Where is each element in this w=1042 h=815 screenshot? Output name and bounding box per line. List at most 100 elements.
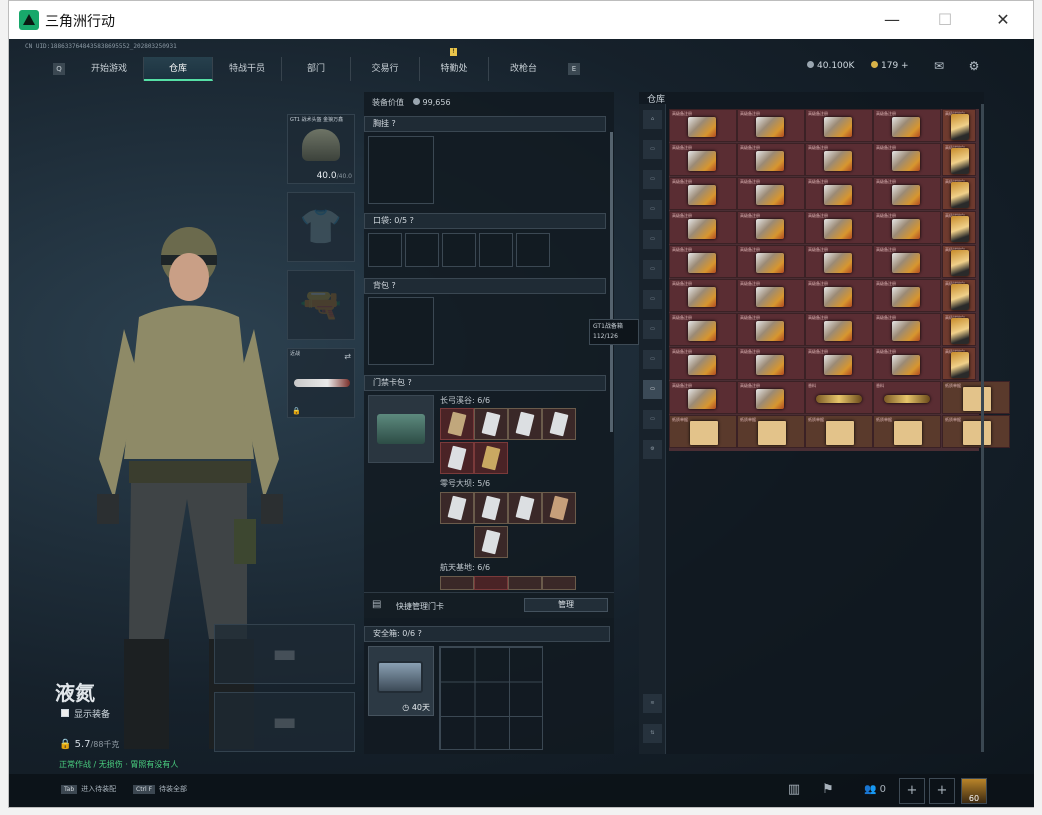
tab-gunsmith[interactable]: 改枪台 [489, 57, 558, 81]
warehouse-item[interactable]: 高级备注册 [873, 211, 941, 244]
warehouse-tab-icon[interactable]: ▭ [643, 200, 662, 219]
warehouse-item[interactable]: 高级备注册 [669, 109, 737, 142]
tab-warehouse[interactable]: 仓库 [144, 57, 213, 81]
warehouse-tab-icon[interactable]: ⌂ [643, 110, 662, 129]
warehouse-item[interactable]: 高级备注册 [737, 143, 805, 176]
warehouse-item[interactable]: 高级备注册 [873, 279, 941, 312]
warehouse-item[interactable]: 纸质单据 [805, 415, 873, 448]
pocket-slot-5[interactable] [516, 233, 550, 267]
flag-icon[interactable]: ⚑ [815, 778, 841, 804]
nav-right-key[interactable]: E [568, 63, 580, 75]
armor-slot[interactable]: 👕 [287, 192, 355, 262]
warehouse-item[interactable]: 纸质单据 [669, 415, 737, 448]
pocket-slot-2[interactable] [405, 233, 439, 267]
layers-icon[interactable]: ≋ [643, 694, 662, 713]
keycard-item[interactable] [474, 492, 508, 524]
scrollbar[interactable] [610, 132, 613, 432]
warehouse-item[interactable]: 高级备注册 [805, 177, 873, 210]
warehouse-item[interactable]: 高级备注册 [805, 245, 873, 278]
stats-icon[interactable]: ▥ [781, 778, 807, 804]
warehouse-item[interactable]: 高级备注册 [873, 347, 941, 380]
warehouse-item[interactable]: 高级备注册 [737, 109, 805, 142]
warehouse-item[interactable]: 纸质单据 [942, 415, 1010, 448]
keycard-item[interactable] [508, 492, 542, 524]
warehouse-tab-icon[interactable]: ▭ [643, 140, 662, 159]
keycard-item[interactable] [508, 576, 542, 590]
pocket-slot-1[interactable] [368, 233, 402, 267]
keycard-item[interactable] [542, 492, 576, 524]
friends-button[interactable]: 👥 0 [855, 778, 895, 804]
tab-operators[interactable]: 特战干员 [213, 57, 282, 81]
minimize-button[interactable]: — [881, 9, 903, 31]
warehouse-item[interactable]: 高级备注册 [873, 313, 941, 346]
keycard-item[interactable] [440, 408, 474, 440]
pocket-slot-3[interactable] [442, 233, 476, 267]
warehouse-item[interactable]: 纸质单据 [942, 381, 1010, 414]
warehouse-tab-icon[interactable]: ▭ [643, 410, 662, 429]
keycard-item[interactable] [474, 442, 508, 474]
warehouse-item[interactable]: 高级备注册 [669, 245, 737, 278]
gear-icon[interactable]: ⚙ [966, 59, 982, 73]
gold-currency[interactable]: 179 + [871, 61, 909, 71]
secondary-weapon-slot[interactable]: ▬ [214, 692, 355, 752]
primary-weapon-slot[interactable]: ▬ [214, 624, 355, 684]
pistol-slot[interactable]: 🔫 [287, 270, 355, 340]
nav-left-key[interactable]: Q [53, 63, 65, 75]
melee-slot[interactable]: 近战 ⇄ 🔒 [287, 348, 355, 418]
warehouse-item[interactable]: 高级备注册 [669, 279, 737, 312]
keycard-item[interactable] [440, 492, 474, 524]
manage-button[interactable]: 管理 [524, 598, 608, 612]
safe-grid[interactable] [439, 646, 543, 750]
warehouse-tab-icon[interactable]: ▭ [643, 170, 662, 189]
sort-icon[interactable]: ⇅ [643, 724, 662, 743]
warehouse-item[interactable]: 高级储物包 [942, 347, 976, 380]
tab-start-game[interactable]: 开始游戏 [75, 57, 144, 81]
mail-icon[interactable]: ✉ [931, 59, 947, 73]
warehouse-item[interactable]: 高级储物包 [942, 109, 976, 142]
warehouse-item[interactable]: 高级备注册 [873, 109, 941, 142]
warehouse-item[interactable]: 高级备注册 [669, 347, 737, 380]
pocket-slot-4[interactable] [479, 233, 513, 267]
warehouse-tab-icon[interactable]: ▭ [643, 230, 662, 249]
warehouse-item[interactable]: 高级备注册 [669, 211, 737, 244]
keycard-item[interactable] [440, 576, 474, 590]
keycard-item[interactable] [542, 408, 576, 440]
show-gear-toggle[interactable]: 显示装备 [61, 707, 110, 720]
tab-trade[interactable]: 交易行 [351, 57, 420, 81]
warehouse-item[interactable]: 高级备注册 [873, 177, 941, 210]
scrollbar[interactable] [981, 104, 984, 752]
backpack-slot[interactable] [368, 297, 434, 365]
warehouse-tab-icon[interactable]: ▭ [643, 290, 662, 309]
keycard-case-slot[interactable] [368, 395, 434, 463]
warehouse-item[interactable]: 高级储物包 [942, 279, 976, 312]
keycard-item[interactable] [474, 526, 508, 558]
warehouse-item[interactable]: 纸质单据 [737, 415, 805, 448]
swap-icon[interactable]: ⇄ [344, 352, 351, 361]
warehouse-item[interactable]: 高级备注册 [873, 245, 941, 278]
warehouse-tab-icon[interactable]: ▭ [643, 380, 662, 399]
warehouse-item[interactable]: 纸质单据 [873, 415, 941, 448]
warehouse-item[interactable]: 高级备注册 [737, 211, 805, 244]
warehouse-item[interactable]: 高级备注册 [737, 313, 805, 346]
add-slot-button[interactable]: + [899, 778, 925, 804]
keycard-item[interactable] [440, 442, 474, 474]
warehouse-item[interactable]: 高级储物包 [942, 313, 976, 346]
warehouse-item[interactable]: 高级备注册 [805, 211, 873, 244]
warehouse-tab-icon[interactable]: ▭ [643, 260, 662, 279]
warehouse-item[interactable]: 高级备注册 [669, 177, 737, 210]
warehouse-item[interactable]: 香料 [873, 381, 941, 414]
keycard-item[interactable] [474, 576, 508, 590]
keycard-item[interactable] [508, 408, 542, 440]
keycard-item[interactable] [542, 576, 576, 590]
warehouse-item[interactable]: 高级备注册 [805, 109, 873, 142]
warehouse-item[interactable]: 高级备注册 [669, 381, 737, 414]
warehouse-item[interactable]: 高级备注册 [669, 143, 737, 176]
warehouse-grid[interactable]: 高级备注册高级备注册高级备注册高级备注册高级储物包高级备注册高级备注册高级备注册… [669, 109, 1010, 451]
warehouse-item[interactable]: 高级储物包 [942, 245, 976, 278]
warehouse-item[interactable]: 香料 [805, 381, 873, 414]
helmet-slot[interactable]: GT1 战术头盔 金狼万鑫 40.0/40.0 [287, 114, 355, 184]
tab-special-service[interactable]: 特勤处 ! [420, 48, 489, 81]
warehouse-item[interactable]: 高级储物包 [942, 211, 976, 244]
warehouse-item[interactable]: 高级备注册 [737, 177, 805, 210]
warehouse-item[interactable]: 高级备注册 [805, 347, 873, 380]
